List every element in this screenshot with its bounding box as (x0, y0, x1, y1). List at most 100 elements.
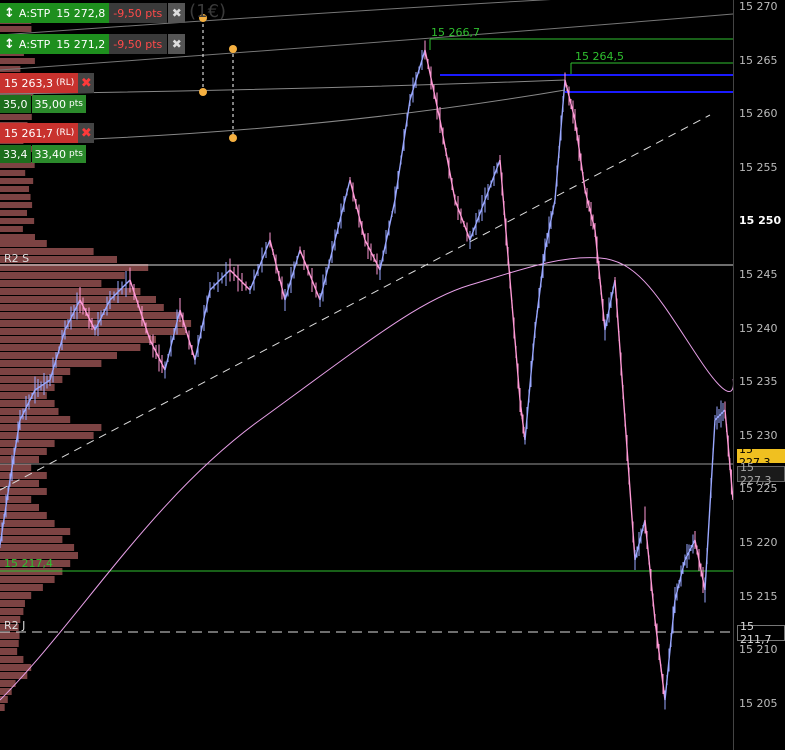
stop-order-1[interactable]: ↕ A:STP 15 272,8 -9,50 pts ✖ (0, 2, 186, 24)
price-segment (704, 419, 716, 591)
order-pts: -9,50 pts (109, 34, 168, 54)
order-price: 15 271,2 (56, 37, 106, 51)
volume-profile-bar (0, 576, 55, 583)
move-order-icon[interactable]: ↕ (4, 6, 15, 21)
axis-tick: 15 270 (739, 0, 778, 13)
close-order-icon[interactable]: ✖ (168, 3, 186, 23)
price-segment (349, 179, 366, 241)
volume-profile-bar (0, 496, 32, 503)
price-segment (319, 239, 336, 301)
volume-profile-bar (0, 664, 32, 671)
close-order-icon[interactable]: ✖ (168, 34, 186, 54)
volume-profile-bar (0, 600, 25, 607)
volume-profile-bar (0, 272, 125, 279)
move-order-icon[interactable]: ↕ (4, 37, 15, 52)
price-segment (149, 339, 166, 371)
limit-order-2[interactable]: 15 261,7 (RL) ✖ (0, 123, 95, 143)
pts-unit: pts (69, 149, 83, 159)
pts-long: 33,40 (34, 147, 67, 161)
r2s-label: R2 S (4, 252, 30, 265)
axis-tick: 15 215 (739, 589, 778, 603)
price-segment (229, 269, 251, 291)
volume-profile-bar (0, 632, 20, 639)
volume-profile-bar (0, 592, 32, 599)
price-segment (484, 159, 501, 201)
volume-profile-bar (0, 186, 30, 192)
volume-profile-bar (0, 344, 141, 351)
axis-tick: 15 205 (739, 696, 778, 710)
volume-profile-bar (0, 640, 19, 647)
volume-profile-bar (0, 296, 156, 303)
price-segment (439, 119, 456, 201)
volume-profile-bar (0, 512, 47, 519)
green-low-label: 15 217,4 (4, 557, 53, 570)
volume-profile-bar (0, 170, 26, 176)
last-price-tag: 15 227,3 (737, 461, 785, 487)
order-type: A:STP (18, 37, 51, 51)
order-handle (229, 134, 237, 142)
order-price: 15 272,8 (56, 6, 106, 20)
limit-price: 15 261,7 (4, 126, 53, 140)
volume-profile-bar (0, 416, 71, 423)
price-segment (394, 99, 411, 201)
volume-profile-bar (0, 26, 32, 32)
volume-profile-bar (0, 656, 24, 663)
price-chart[interactable] (0, 0, 785, 750)
volume-profile-bar (0, 226, 23, 232)
price-segment (334, 179, 351, 241)
volume-profile-bar (0, 384, 55, 391)
volume-profile-bar (0, 488, 47, 495)
axis-tick: 15 235 (739, 375, 778, 389)
axis-tick: 15 230 (739, 428, 778, 442)
order-handle (229, 45, 237, 53)
green-high2-label: 15 264,5 (575, 50, 624, 63)
volume-profile-bar (0, 392, 47, 399)
pts-unit: pts (69, 99, 83, 109)
price-segment (284, 249, 301, 301)
volume-profile-bar (0, 536, 63, 543)
volume-profile-bar (0, 280, 102, 287)
price-segment (469, 199, 486, 241)
axis-tick: 15 245 (739, 268, 778, 281)
limit-price: 15 263,3 (4, 76, 53, 90)
volume-profile-bar (0, 368, 71, 375)
volume-profile-bar (0, 472, 47, 479)
pts-long: 35,00 (34, 97, 67, 111)
volume-profile-bar (0, 608, 24, 615)
axis-tick: 15 250 (739, 214, 782, 228)
volume-profile-bar (0, 210, 28, 216)
stop-order-2[interactable]: ↕ A:STP 15 271,2 -9,50 pts ✖ (0, 33, 186, 55)
order-pts: -9,50 pts (109, 3, 168, 23)
limit-tag: (RL) (55, 78, 75, 88)
volume-profile-bar (0, 320, 192, 327)
limit-pts-2: 33,4 33,40 pts (0, 145, 86, 163)
volume-profile-bar (0, 464, 32, 471)
volume-profile-bar (0, 114, 32, 120)
volume-profile-bar (0, 58, 35, 64)
volume-profile-bar (0, 218, 35, 224)
limit-pts-1: 35,0 35,00 pts (0, 95, 86, 113)
axis-tick: 15 260 (739, 107, 778, 121)
volume-profile-bar (0, 520, 55, 527)
cancel-order-icon[interactable]: ✖ (78, 73, 95, 93)
volume-profile-bar (0, 704, 5, 711)
r2j-price-tag: 15 211,7 (737, 620, 785, 646)
order-type: A:STP (18, 6, 51, 20)
limit-order-1[interactable]: 15 263,3 (RL) ✖ (0, 73, 95, 93)
price-segment (194, 289, 211, 361)
volume-profile-bar (0, 194, 31, 200)
price-axis-divider (733, 0, 734, 750)
axis-tick: 15 220 (739, 536, 778, 549)
volume-profile-bar (0, 584, 43, 591)
axis-tick: 15 255 (739, 160, 778, 174)
pts-short: 33,4 (0, 145, 31, 163)
volume-profile-bar (0, 234, 35, 240)
price-segment (269, 239, 286, 301)
volume-profile-bar (0, 424, 102, 431)
price-segment (379, 199, 396, 271)
limit-tag: (RL) (55, 128, 75, 138)
r2j-label: R2 J (4, 619, 26, 632)
volume-profile-bar (0, 360, 102, 367)
axis-tick: 15 240 (739, 321, 778, 335)
cancel-order-icon[interactable]: ✖ (78, 123, 95, 143)
